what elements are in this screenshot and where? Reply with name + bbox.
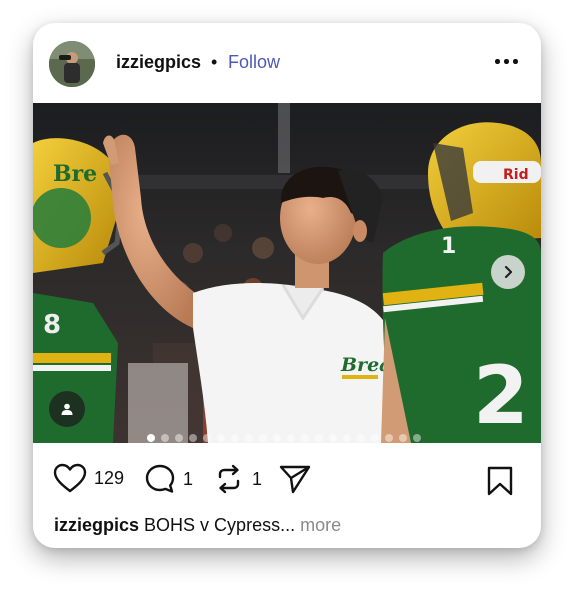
carousel-dot xyxy=(287,434,295,442)
caption-more-link[interactable]: more xyxy=(300,515,341,535)
separator-dot: • xyxy=(211,52,218,72)
carousel-dot xyxy=(413,434,421,442)
post-actions: 129 1 1 xyxy=(33,443,541,499)
post-caption: izziegpics BOHS v Cypress... more xyxy=(54,515,341,536)
carousel-dot xyxy=(315,434,323,442)
caption-username[interactable]: izziegpics xyxy=(54,515,139,535)
repost-action[interactable]: 1 xyxy=(213,463,262,495)
send-icon xyxy=(279,465,311,494)
carousel-dot xyxy=(273,434,281,442)
save-button[interactable] xyxy=(486,465,514,502)
carousel-dot xyxy=(357,434,365,442)
svg-text:2: 2 xyxy=(473,349,529,442)
like-count: 129 xyxy=(94,467,125,488)
carousel-dot xyxy=(245,434,253,442)
carousel-dot xyxy=(343,434,351,442)
carousel-dot xyxy=(399,434,407,442)
repost-count: 1 xyxy=(252,468,263,489)
post-card: izziegpics • Follow Bre 8 Brea Rid 2 1 1… xyxy=(33,23,541,548)
comment-action[interactable]: 1 xyxy=(144,463,193,495)
share-action[interactable] xyxy=(278,463,312,495)
carousel-dot xyxy=(217,434,225,442)
person-icon xyxy=(61,403,73,415)
carousel-dot xyxy=(175,434,183,442)
avatar[interactable] xyxy=(49,41,95,87)
carousel-dot xyxy=(371,434,379,442)
svg-text:Rid: Rid xyxy=(503,167,529,183)
bookmark-icon xyxy=(487,466,513,496)
carousel-dot xyxy=(301,434,309,442)
repost-icon xyxy=(218,464,240,494)
carousel-dot xyxy=(189,434,197,442)
caption-text: BOHS v Cypress... xyxy=(144,515,296,535)
comment-icon xyxy=(145,464,175,493)
more-options-icon[interactable] xyxy=(495,57,519,65)
heart-icon xyxy=(53,463,87,493)
carousel-next-button[interactable] xyxy=(491,255,525,289)
carousel-dot xyxy=(385,434,393,442)
like-action[interactable]: 129 xyxy=(53,463,124,493)
carousel-dot xyxy=(203,434,211,442)
carousel-indicator xyxy=(147,434,421,442)
carousel-dot xyxy=(231,434,239,442)
carousel-dot xyxy=(329,434,337,442)
carousel-dot xyxy=(161,434,169,442)
comment-count: 1 xyxy=(183,468,194,489)
svg-text:1: 1 xyxy=(441,234,456,259)
follow-button[interactable]: Follow xyxy=(228,52,280,73)
chevron-right-icon xyxy=(504,265,513,279)
svg-text:8: 8 xyxy=(43,310,61,340)
svg-text:Bre: Bre xyxy=(53,161,97,187)
username-link[interactable]: izziegpics xyxy=(116,52,201,73)
tagged-users-button[interactable] xyxy=(49,391,85,427)
carousel-dot xyxy=(259,434,267,442)
carousel-dot xyxy=(147,434,155,442)
football-coach-photo: Bre 8 Brea Rid 2 1 xyxy=(33,103,541,443)
post-header: izziegpics • Follow xyxy=(33,23,541,103)
post-image[interactable]: Bre 8 Brea Rid 2 1 xyxy=(33,103,541,443)
